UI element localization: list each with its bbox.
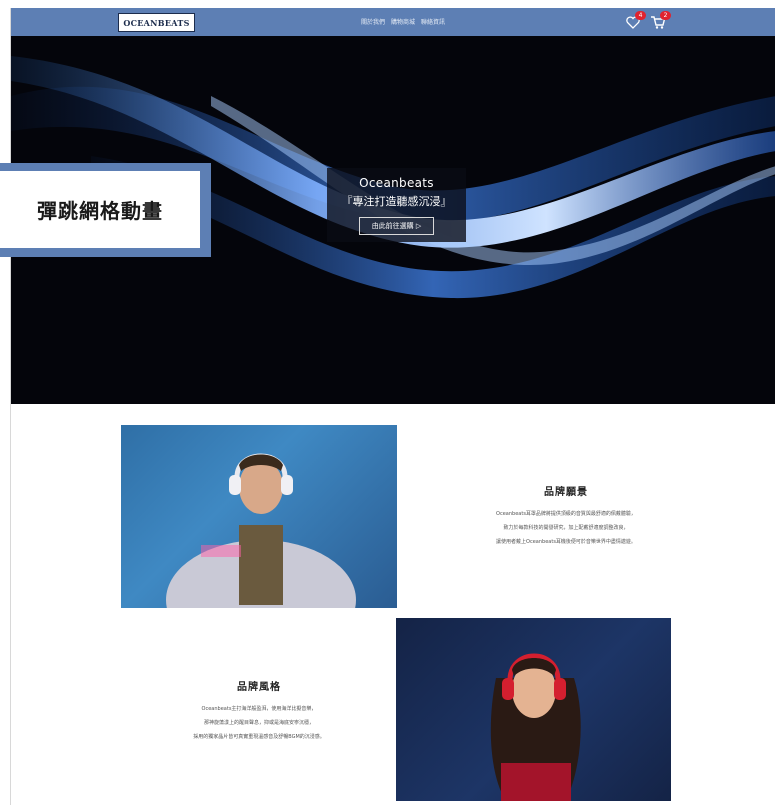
style-photo [396,618,671,801]
wishlist-button[interactable]: 4 [625,11,646,30]
page-frame: OCEANBEATS 關於我們 購物商城 聯絡資訊 4 2 Oceanbeats… [10,8,775,805]
vision-text: 品牌願景 Oceanbeats耳罩品牌將提供頂級的音質與最舒適的佩戴體驗， 致力… [421,483,711,552]
hero-caption: Oceanbeats 『專注打造聽感沉浸』 由此前往選購 ▷ [327,168,466,242]
site-header: OCEANBEATS 關於我們 購物商城 聯絡資訊 4 2 [11,8,775,36]
shop-now-button[interactable]: 由此前往選購 ▷ [358,217,435,235]
man-headphones-image [166,453,356,608]
nav-about[interactable]: 關於我們 [361,17,385,26]
style-text: 品牌風格 Oceanbeats主打海洋般盈湃，使用海洋比擬音樂， 那神旋蕩漾上的… [121,678,397,747]
animation-label-inner: 彈跳網格動畫 [0,171,200,248]
wishlist-badge: 4 [635,11,646,20]
logo-text: OCEANBEATS [123,17,190,28]
style-line: 採用的獨家晶片皆可真實重現溫感音及舒暢BGM的沉浸感。 [193,734,325,740]
hero-slogan: 『專注打造聽感沉浸』 [341,195,452,208]
woman-headphones-image [490,653,581,801]
style-line: Oceanbeats主打海洋般盈湃，使用海洋比擬音樂， [201,706,317,712]
vision-line: 致力於每款科技的開發研究，加上配戴舒適度調整改良， [503,525,629,531]
vision-photo [121,425,397,608]
vision-line: Oceanbeats耳罩品牌將提供頂級的音質與最舒適的佩戴體驗， [496,511,636,517]
main-nav: 關於我們 購物商城 聯絡資訊 [361,17,445,26]
style-title: 品牌風格 [237,682,281,693]
style-line: 那神旋蕩漾上的醒目聲息，抑或是海底安寧沉穩， [203,720,314,726]
vision-line: 讓使用者戴上Oceanbeats耳機後便可於音樂世界中盡情遨遊。 [496,539,636,545]
vision-title: 品牌願景 [544,487,588,498]
site-logo[interactable]: OCEANBEATS [118,13,195,32]
cart-badge: 2 [660,11,671,20]
cart-button[interactable]: 2 [650,11,671,30]
animation-label: 彈跳網格動畫 [37,199,163,223]
animation-label-box: 彈跳網格動畫 [0,163,211,257]
nav-contact[interactable]: 聯絡資訊 [421,17,445,26]
nav-shop[interactable]: 購物商城 [391,17,415,26]
hero-brand: Oceanbeats [359,176,434,190]
